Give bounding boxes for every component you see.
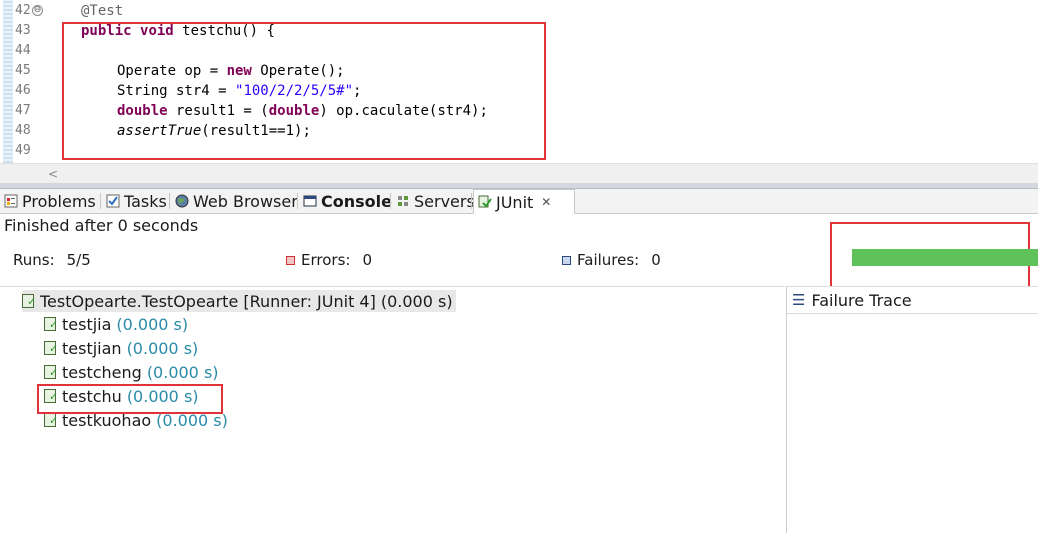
line-number: 49 xyxy=(15,143,31,158)
test-time: (0.000 s) xyxy=(146,362,219,382)
tab-web-browser[interactable]: Web Browser xyxy=(171,189,302,213)
tab-problems[interactable]: Problems xyxy=(0,189,100,213)
tab-divider xyxy=(100,193,101,209)
test-passed-icon: ✓ xyxy=(44,365,58,379)
line-number: 48 xyxy=(15,123,31,138)
stack-trace-icon: ☰ xyxy=(792,291,806,309)
errors-value: 0 xyxy=(362,251,372,269)
failure-trace-panel: ☰ Failure Trace xyxy=(786,286,1038,533)
problems-icon xyxy=(3,193,19,209)
test-passed-icon: ✓ xyxy=(44,341,58,355)
tab-label: Web Browser xyxy=(193,191,298,211)
test-item[interactable]: ✓ testjian (0.000 s) xyxy=(44,337,198,359)
test-item[interactable]: ✓ testjia (0.000 s) xyxy=(44,313,188,335)
code-editor[interactable]: 42 43 44 45 46 47 48 49 ⊖ @Test public v… xyxy=(0,0,1038,163)
tab-label: Console xyxy=(321,191,392,211)
line-number: 44 xyxy=(15,43,31,58)
code-highlight-box xyxy=(62,22,546,160)
test-name: testjian xyxy=(62,338,122,358)
test-suite-root[interactable]: ✓ TestOpearte.TestOpearte [Runner: JUnit… xyxy=(22,290,456,312)
line-number: 47 xyxy=(15,103,31,118)
line-number: 46 xyxy=(15,83,31,98)
failures-value: 0 xyxy=(651,251,661,269)
test-suite-name: TestOpearte.TestOpearte [Runner: JUnit 4… xyxy=(40,291,376,311)
line-number: 43 xyxy=(15,23,31,38)
junit-icon xyxy=(477,194,493,210)
junit-status-text: Finished after 0 seconds xyxy=(4,216,199,235)
test-passed-icon: ✓ xyxy=(44,413,58,427)
test-time: (0.000 s) xyxy=(116,314,189,334)
test-name: testcheng xyxy=(62,362,142,382)
tab-servers[interactable]: Servers xyxy=(392,189,479,213)
line-number: 45 xyxy=(15,63,31,78)
failures-label: Failures: xyxy=(577,251,640,269)
web-browser-icon xyxy=(174,193,190,209)
tab-label: JUnit xyxy=(496,192,534,212)
failures-counter: Failures: 0 xyxy=(562,251,661,269)
change-ruler xyxy=(3,0,13,163)
tab-tasks[interactable]: Tasks xyxy=(102,189,171,213)
failure-trace-header: ☰ Failure Trace xyxy=(787,287,1038,314)
test-item[interactable]: ✓ testcheng (0.000 s) xyxy=(44,361,219,383)
scroll-left-icon[interactable]: < xyxy=(48,164,58,184)
runs-counter: Runs: 5/5 xyxy=(13,251,91,269)
close-tab-icon[interactable]: ✕ xyxy=(541,195,551,209)
tab-label: Servers xyxy=(414,191,475,211)
test-suite-passed-icon: ✓ xyxy=(22,294,36,308)
test-highlight-box xyxy=(37,384,223,414)
runs-value: 5/5 xyxy=(66,251,91,269)
failure-trace-label: Failure Trace xyxy=(811,290,912,310)
tab-divider xyxy=(169,193,170,209)
test-passed-icon: ✓ xyxy=(44,317,58,331)
tasks-icon xyxy=(105,193,121,209)
tab-label: Tasks xyxy=(124,191,167,211)
code-line-42: @Test xyxy=(81,1,123,21)
errors-counter: Errors: 0 xyxy=(286,251,372,269)
fold-collapse-icon[interactable]: ⊖ xyxy=(32,5,43,16)
test-progress-bar xyxy=(852,249,1038,266)
line-number-gutter: 42 43 44 45 46 47 48 49 ⊖ xyxy=(0,0,43,163)
runs-label: Runs: xyxy=(13,251,55,269)
test-tree[interactable]: ✓ TestOpearte.TestOpearte [Runner: JUnit… xyxy=(0,286,785,533)
errors-label: Errors: xyxy=(301,251,351,269)
tab-junit[interactable]: JUnit ✕ xyxy=(473,189,575,214)
tab-divider xyxy=(297,193,298,209)
annotation-token: @Test xyxy=(81,3,124,19)
view-tab-bar: Problems Tasks Web Browser Console Serve… xyxy=(0,189,1038,214)
servers-icon xyxy=(395,193,411,209)
error-icon xyxy=(286,255,295,265)
tab-console[interactable]: Console xyxy=(299,189,396,213)
test-suite-time: (0.000 s) xyxy=(380,291,453,311)
tab-label: Problems xyxy=(22,191,96,211)
test-name: testjia xyxy=(62,314,112,334)
test-time: (0.000 s) xyxy=(126,338,199,358)
console-icon xyxy=(302,193,318,209)
tab-divider xyxy=(390,193,391,209)
horizontal-scrollbar[interactable]: < xyxy=(0,163,1038,184)
failure-icon xyxy=(562,255,571,265)
tab-divider xyxy=(471,193,472,209)
